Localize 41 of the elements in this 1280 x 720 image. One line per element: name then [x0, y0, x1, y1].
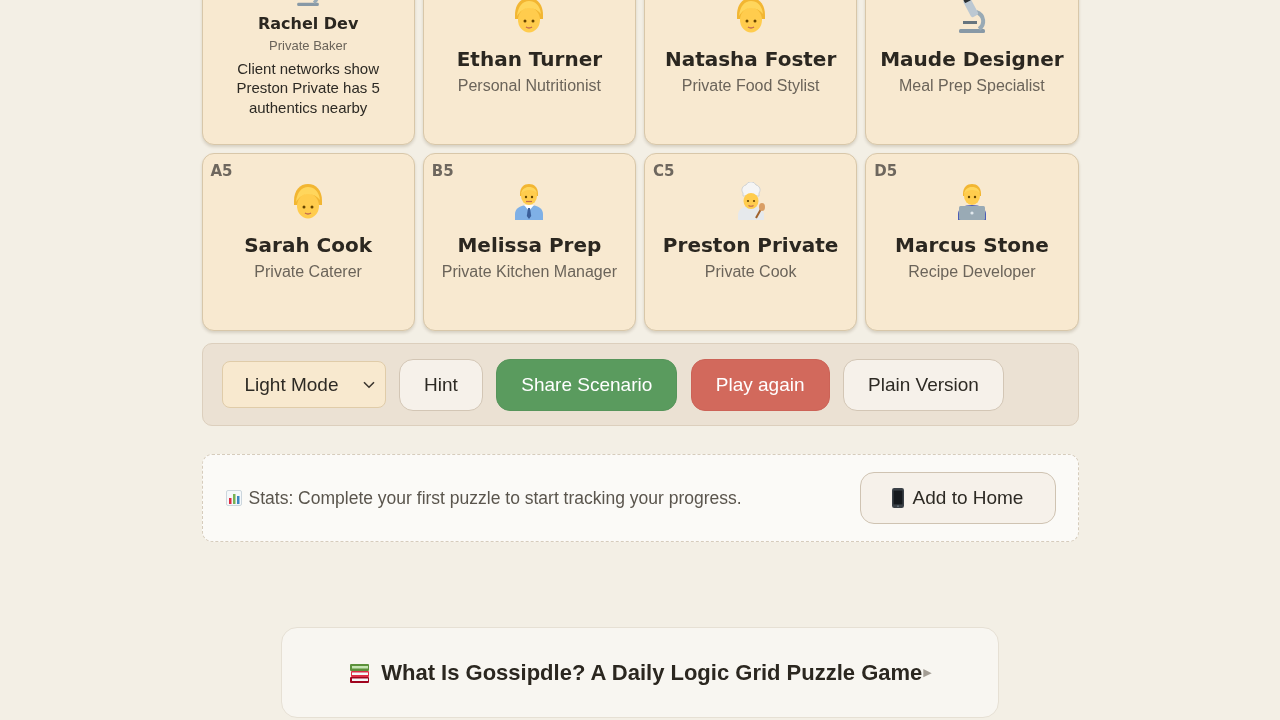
- job-title: Personal Nutritionist: [457, 76, 601, 96]
- job-title: Recipe Developer: [908, 262, 1036, 282]
- character-card[interactable]: D5 Marcus Stone Recipe Developer: [865, 153, 1079, 331]
- character-card[interactable]: Rachel Dev Private Baker Client networks show Preston Private has 5 authentics nearby: [201, 0, 415, 145]
- character-card[interactable]: Maude Designer Meal Prep Specialist: [865, 0, 1079, 145]
- job-title: Private Baker: [269, 36, 348, 54]
- faq-toggle[interactable]: What Is Gossipdle? A Daily Logic Grid Puzzle Game▶: [281, 627, 999, 718]
- character-card[interactable]: B5 Melissa Prep Private Kitchen Manager: [422, 153, 636, 331]
- stats-text: Stats: Complete your first puzzle to start tracking your progress.: [248, 487, 742, 509]
- person-name: Preston Private: [662, 232, 839, 258]
- cell-label: D5: [874, 162, 898, 180]
- job-title: Private Food Stylist: [681, 76, 820, 96]
- person-name: Rachel Dev: [257, 12, 359, 35]
- person-name: Natasha Foster: [664, 46, 837, 72]
- theme-select[interactable]: Light Mode: [221, 361, 386, 408]
- plain-button[interactable]: Plain Version: [843, 358, 1004, 411]
- cell-label: A5: [210, 162, 233, 180]
- cell-label: B5: [431, 162, 454, 180]
- person-name: Marcus Stone: [895, 232, 1049, 258]
- job-title: Private Cook: [704, 262, 797, 282]
- person-name: Melissa Prep: [457, 232, 602, 258]
- phone-icon: [891, 488, 904, 508]
- character-card[interactable]: Ethan Turner Personal Nutritionist: [422, 0, 636, 145]
- caret-icon: [362, 380, 375, 389]
- character-card[interactable]: Natasha Foster Private Food Stylist: [644, 0, 858, 145]
- triangle-icon: ▶: [923, 666, 932, 679]
- job-title: Private Kitchen Manager: [441, 262, 617, 282]
- character-card[interactable]: C5 Preston Private Private Cook: [644, 153, 858, 331]
- play-again-button[interactable]: Play again: [690, 358, 830, 411]
- faq-title: What Is Gossipdle? A Daily Logic Grid Puzzle Game: [381, 659, 923, 686]
- job-title: Private Caterer: [254, 262, 362, 282]
- bar-chart-icon: [225, 490, 242, 506]
- person-name: Ethan Turner: [456, 46, 603, 72]
- cell-label: C5: [653, 162, 675, 180]
- character-card[interactable]: A5 Sarah Cook Private Caterer: [201, 153, 415, 331]
- plain-button[interactable]: Hint: [399, 358, 483, 411]
- clue-text: Client networks show Preston Private has 5 authentics nearby: [235, 58, 381, 118]
- person-name: Sarah Cook: [244, 232, 373, 258]
- person-name: Maude Designer: [880, 46, 1064, 72]
- add-to-home-button[interactable]: Add to Home: [859, 472, 1056, 524]
- job-title: Meal Prep Specialist: [898, 76, 1045, 96]
